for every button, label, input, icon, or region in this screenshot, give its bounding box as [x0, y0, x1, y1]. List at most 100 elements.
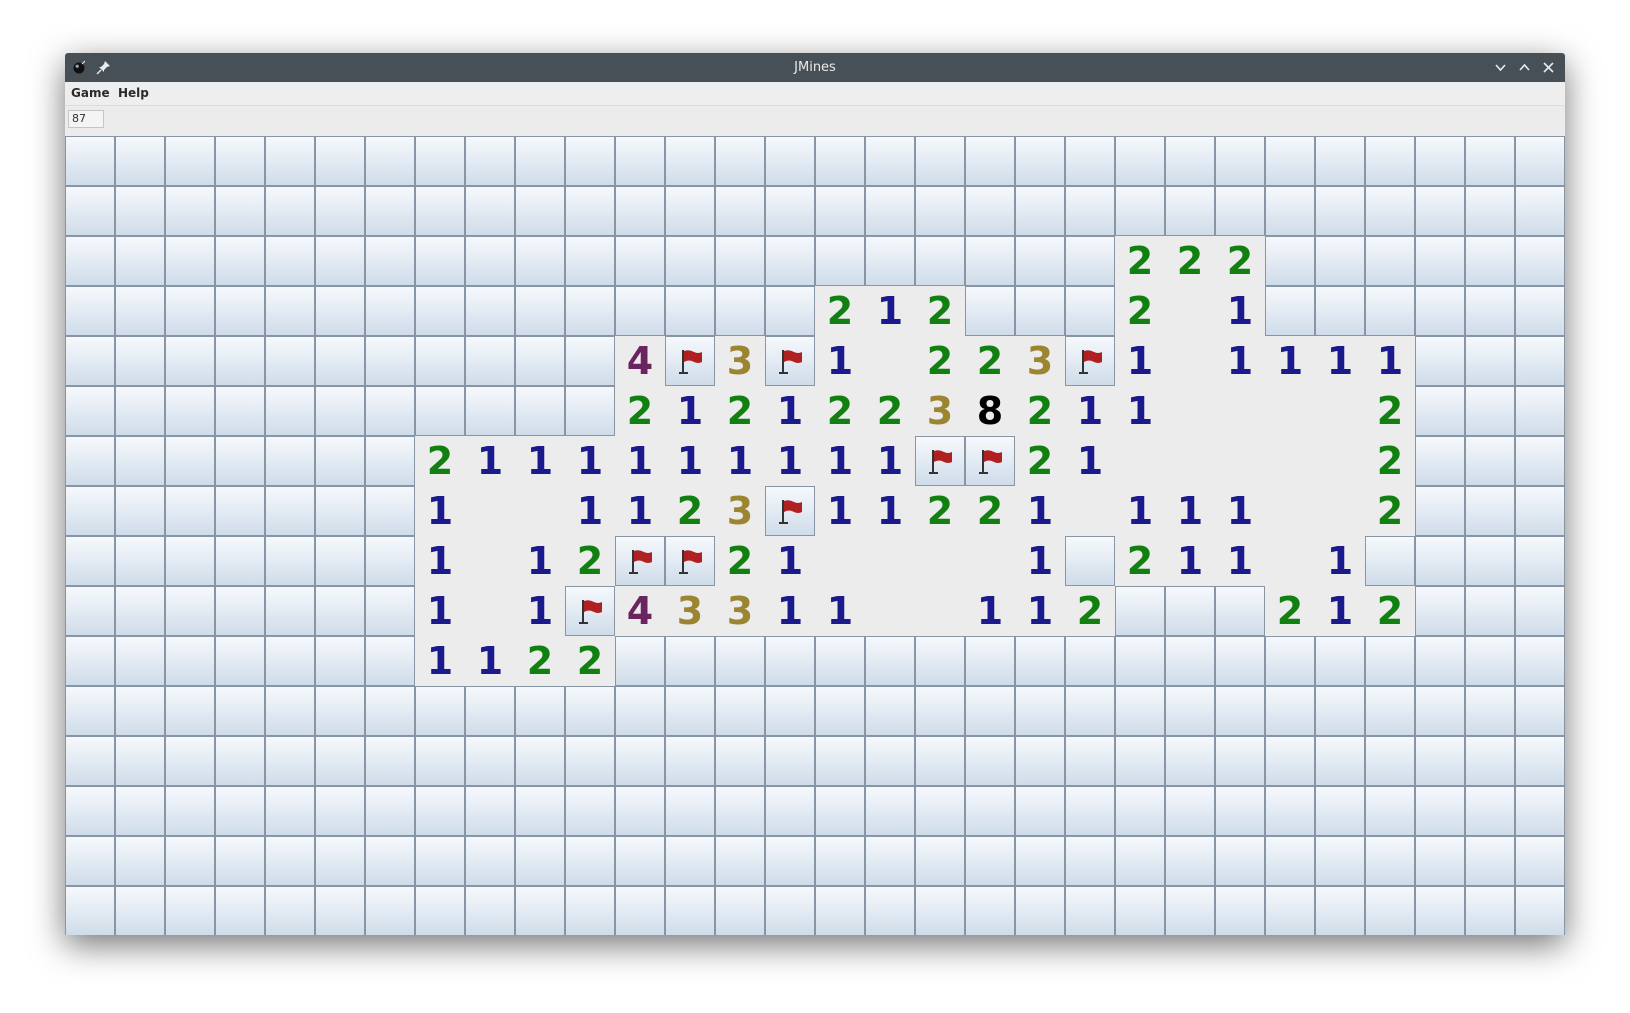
- number-cell[interactable]: 1: [815, 336, 865, 386]
- hidden-cell[interactable]: [615, 286, 665, 336]
- hidden-cell[interactable]: [315, 536, 365, 586]
- hidden-cell[interactable]: [215, 386, 265, 436]
- hidden-cell[interactable]: [765, 186, 815, 236]
- hidden-cell[interactable]: [1515, 336, 1565, 386]
- number-cell[interactable]: 3: [1015, 336, 1065, 386]
- hidden-cell[interactable]: [615, 686, 665, 736]
- hidden-cell[interactable]: [65, 636, 115, 686]
- minimize-icon[interactable]: [1492, 59, 1509, 76]
- number-cell[interactable]: 1: [515, 586, 565, 636]
- hidden-cell[interactable]: [615, 236, 665, 286]
- hidden-cell[interactable]: [365, 136, 415, 186]
- hidden-cell[interactable]: [1115, 186, 1165, 236]
- hidden-cell[interactable]: [1265, 836, 1315, 886]
- hidden-cell[interactable]: [265, 386, 315, 436]
- number-cell[interactable]: 1: [1315, 336, 1365, 386]
- hidden-cell[interactable]: [1315, 786, 1365, 836]
- hidden-cell[interactable]: [1115, 136, 1165, 186]
- hidden-cell[interactable]: [815, 886, 865, 935]
- hidden-cell[interactable]: [1415, 386, 1465, 436]
- hidden-cell[interactable]: [1415, 186, 1465, 236]
- hidden-cell[interactable]: [665, 836, 715, 886]
- flagged-cell[interactable]: [765, 486, 815, 536]
- hidden-cell[interactable]: [1265, 136, 1315, 186]
- number-cell[interactable]: 1: [965, 586, 1015, 636]
- hidden-cell[interactable]: [715, 886, 765, 935]
- hidden-cell[interactable]: [65, 236, 115, 286]
- hidden-cell[interactable]: [1415, 586, 1465, 636]
- hidden-cell[interactable]: [265, 886, 315, 935]
- hidden-cell[interactable]: [665, 636, 715, 686]
- hidden-cell[interactable]: [1515, 886, 1565, 935]
- hidden-cell[interactable]: [965, 136, 1015, 186]
- number-cell[interactable]: 1: [565, 486, 615, 536]
- hidden-cell[interactable]: [865, 836, 915, 886]
- hidden-cell[interactable]: [465, 886, 515, 935]
- number-cell[interactable]: 2: [965, 336, 1015, 386]
- number-cell[interactable]: 1: [865, 486, 915, 536]
- hidden-cell[interactable]: [565, 286, 615, 336]
- hidden-cell[interactable]: [1415, 236, 1465, 286]
- number-cell[interactable]: 1: [615, 436, 665, 486]
- hidden-cell[interactable]: [665, 136, 715, 186]
- number-cell[interactable]: 1: [1365, 336, 1415, 386]
- hidden-cell[interactable]: [565, 336, 615, 386]
- hidden-cell[interactable]: [115, 536, 165, 586]
- hidden-cell[interactable]: [765, 736, 815, 786]
- hidden-cell[interactable]: [715, 636, 765, 686]
- number-cell[interactable]: 1: [765, 386, 815, 436]
- hidden-cell[interactable]: [765, 786, 815, 836]
- number-cell[interactable]: 1: [1015, 486, 1065, 536]
- hidden-cell[interactable]: [915, 186, 965, 236]
- number-cell[interactable]: 2: [1215, 236, 1265, 286]
- hidden-cell[interactable]: [565, 886, 615, 935]
- number-cell[interactable]: 2: [1015, 386, 1065, 436]
- number-cell[interactable]: 1: [465, 436, 515, 486]
- hidden-cell[interactable]: [1515, 786, 1565, 836]
- hidden-cell[interactable]: [715, 286, 765, 336]
- hidden-cell[interactable]: [265, 236, 315, 286]
- hidden-cell[interactable]: [1315, 686, 1365, 736]
- hidden-cell[interactable]: [115, 886, 165, 935]
- hidden-cell[interactable]: [1015, 236, 1065, 286]
- hidden-cell[interactable]: [1165, 636, 1215, 686]
- hidden-cell[interactable]: [315, 636, 365, 686]
- number-cell[interactable]: 1: [615, 486, 665, 536]
- hidden-cell[interactable]: [415, 786, 465, 836]
- number-cell[interactable]: 1: [1115, 386, 1165, 436]
- number-cell[interactable]: 3: [665, 586, 715, 636]
- number-cell[interactable]: 2: [1065, 586, 1115, 636]
- hidden-cell[interactable]: [865, 786, 915, 836]
- number-cell[interactable]: 1: [815, 486, 865, 536]
- hidden-cell[interactable]: [315, 236, 365, 286]
- number-cell[interactable]: 1: [1165, 486, 1215, 536]
- hidden-cell[interactable]: [1165, 736, 1215, 786]
- hidden-cell[interactable]: [115, 836, 165, 886]
- hidden-cell[interactable]: [1365, 136, 1415, 186]
- title-bar[interactable]: JMines: [65, 53, 1565, 82]
- hidden-cell[interactable]: [1465, 486, 1515, 536]
- hidden-cell[interactable]: [365, 536, 415, 586]
- hidden-cell[interactable]: [65, 536, 115, 586]
- hidden-cell[interactable]: [165, 186, 215, 236]
- maximize-icon[interactable]: [1516, 59, 1533, 76]
- hidden-cell[interactable]: [1165, 586, 1215, 636]
- hidden-cell[interactable]: [515, 836, 565, 886]
- hidden-cell[interactable]: [1515, 136, 1565, 186]
- hidden-cell[interactable]: [315, 386, 365, 436]
- hidden-cell[interactable]: [665, 736, 715, 786]
- hidden-cell[interactable]: [265, 736, 315, 786]
- number-cell[interactable]: 1: [1215, 486, 1265, 536]
- hidden-cell[interactable]: [1415, 286, 1465, 336]
- hidden-cell[interactable]: [265, 286, 315, 336]
- hidden-cell[interactable]: [165, 636, 215, 686]
- hidden-cell[interactable]: [1365, 286, 1415, 336]
- hidden-cell[interactable]: [65, 486, 115, 536]
- number-cell[interactable]: 1: [415, 486, 465, 536]
- hidden-cell[interactable]: [65, 586, 115, 636]
- hidden-cell[interactable]: [465, 686, 515, 736]
- hidden-cell[interactable]: [1365, 736, 1415, 786]
- hidden-cell[interactable]: [1265, 186, 1315, 236]
- hidden-cell[interactable]: [1465, 436, 1515, 486]
- hidden-cell[interactable]: [365, 386, 415, 436]
